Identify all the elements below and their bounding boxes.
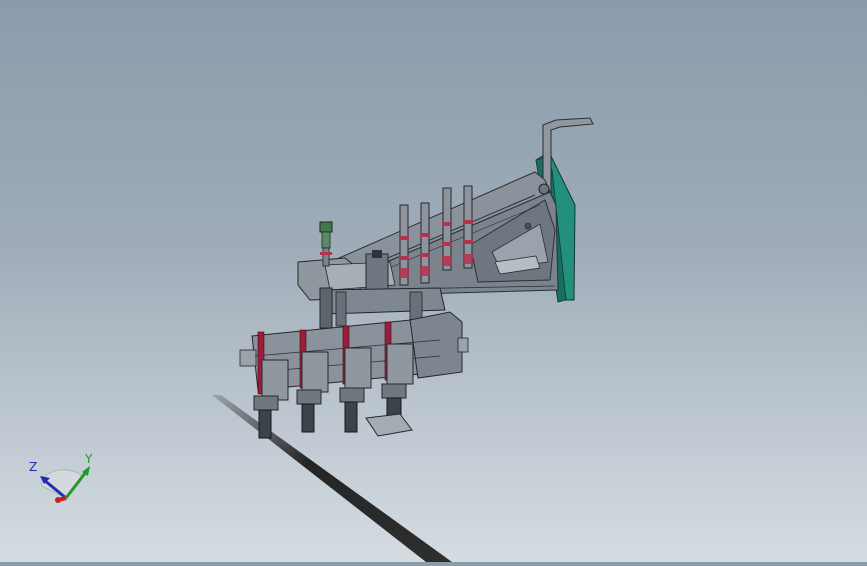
ground-shadow — [212, 395, 452, 562]
cad-viewport[interactable]: Z Y — [0, 0, 867, 562]
orientation-triad[interactable]: Z Y — [22, 448, 102, 508]
axis-y-label: Y — [85, 452, 93, 466]
cad-model-drawing[interactable] — [0, 0, 867, 562]
axis-z-label: Z — [29, 460, 38, 474]
